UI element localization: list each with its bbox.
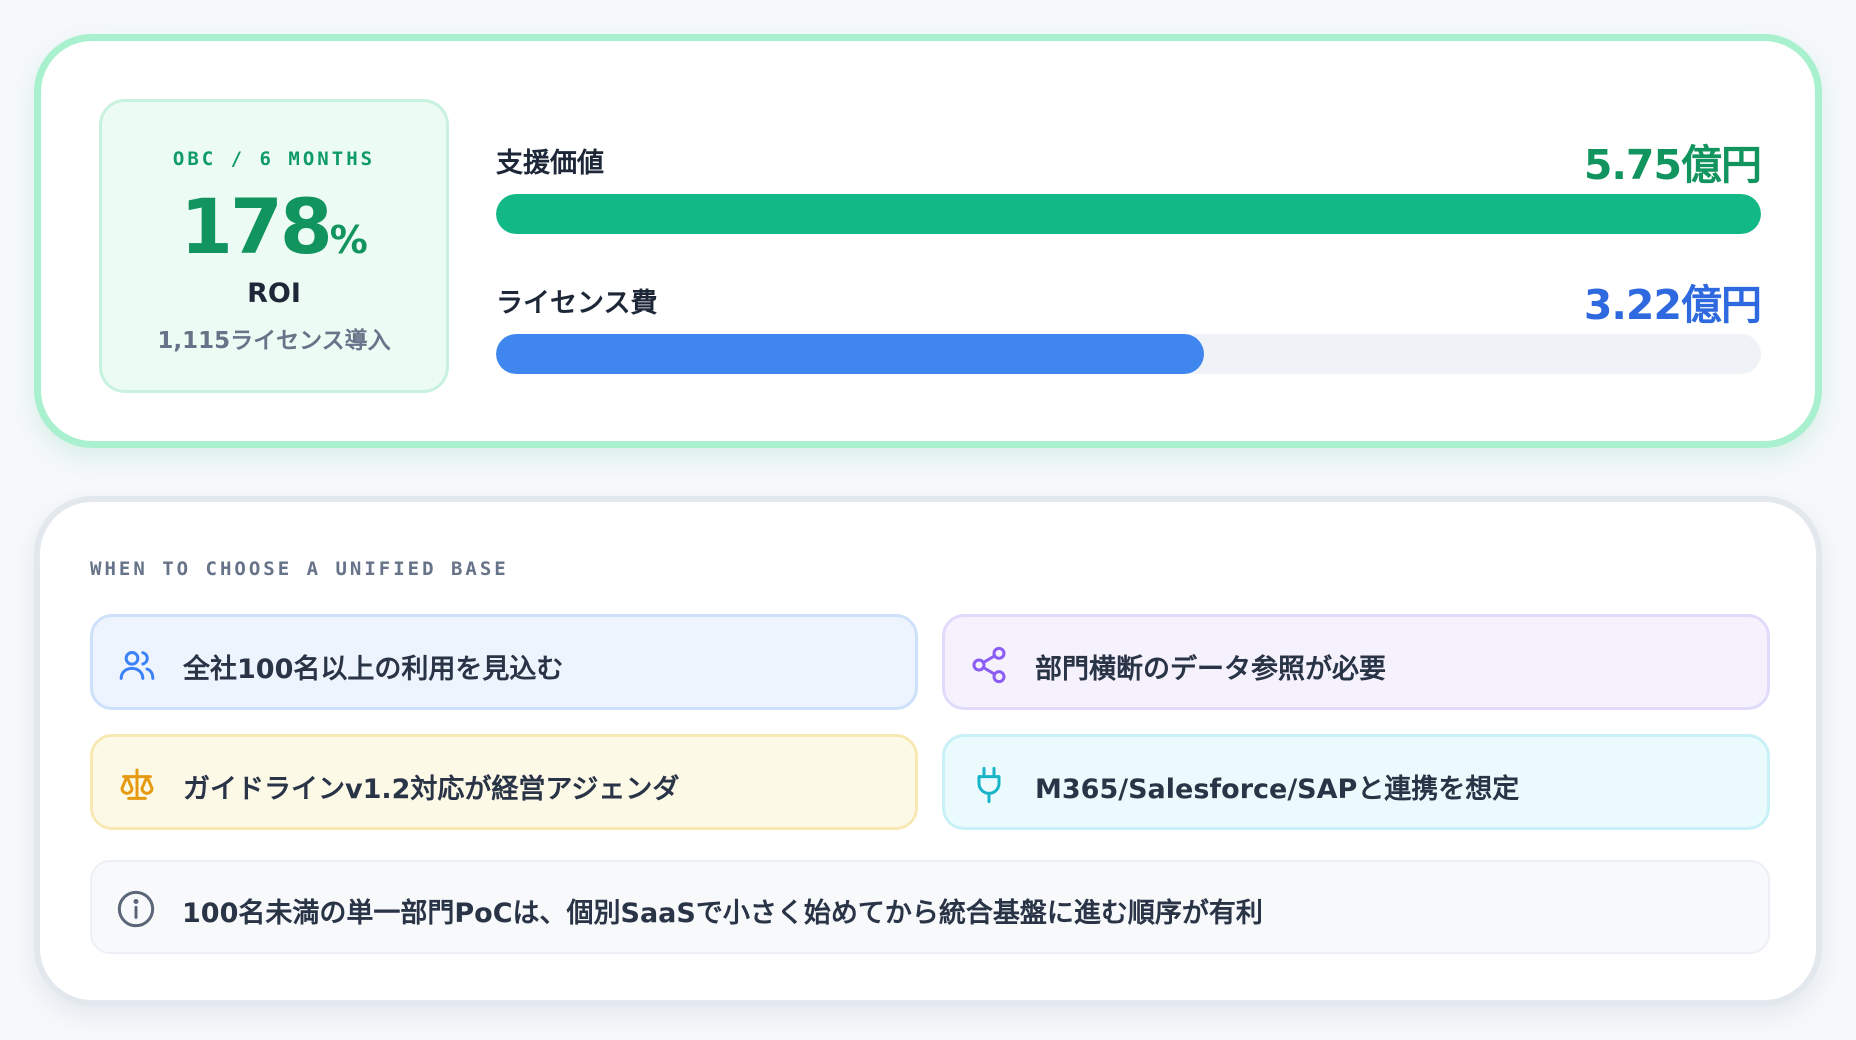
metric-bar-fill [496, 334, 1205, 374]
roi-eyebrow: OBC / 6 MONTHS [172, 148, 376, 170]
roi-value-wrap: 178% [102, 182, 446, 271]
roi-label: ROI [247, 278, 301, 309]
metric-value: 3.22億円 [1583, 281, 1762, 329]
metric-label: 支援価値 [496, 148, 604, 179]
chip-text: 全社100名以上の利用を見込む [183, 654, 564, 685]
users-icon [119, 651, 155, 680]
when-to-choose-card: WHEN TO CHOOSE A UNIFIED BASE 全社100名以上の利… [34, 496, 1822, 1006]
chip-text: ガイドラインv1.2対応が経営アジェンダ [183, 774, 680, 805]
roi-value: 178 [180, 182, 333, 271]
criteria-chip-integration: M365/Salesforce/SAPと連携を想定 [942, 734, 1770, 830]
roi-sublabel: 1,115ライセンス導入 [157, 328, 391, 354]
scale-icon [120, 768, 154, 800]
roi-unit: % [329, 218, 368, 262]
metric-bar-fill [496, 194, 1761, 234]
section-heading: WHEN TO CHOOSE A UNIFIED BASE [90, 558, 509, 580]
roi-summary: OBC / 6 MONTHS 178% ROI 1,115ライセンス導入 [99, 99, 449, 393]
metric-value: 5.75億円 [1583, 141, 1762, 189]
criteria-chip-users: 全社100名以上の利用を見込む [90, 614, 918, 710]
info-note: 100名未満の単一部門PoCは、個別SaaSで小さく始めてから統合基盤に進む順序… [90, 860, 1770, 954]
metric-label: ライセンス費 [496, 288, 658, 319]
criteria-chip-guideline: ガイドラインv1.2対応が経営アジェンダ [90, 734, 918, 830]
note-text: 100名未満の単一部門PoCは、個別SaaSで小さく始めてから統合基盤に進む順序… [182, 898, 1263, 929]
info-icon [117, 890, 155, 928]
share-icon [972, 646, 1006, 684]
metric-bar-track [496, 334, 1761, 374]
metric-bar-track [496, 194, 1761, 234]
roi-card: OBC / 6 MONTHS 178% ROI 1,115ライセンス導入 支援価… [34, 34, 1822, 448]
chip-text: M365/Salesforce/SAPと連携を想定 [1035, 774, 1520, 805]
chip-text: 部門横断のデータ参照が必要 [1035, 654, 1386, 685]
plug-icon [977, 766, 1001, 804]
criteria-chip-share: 部門横断のデータ参照が必要 [942, 614, 1770, 710]
